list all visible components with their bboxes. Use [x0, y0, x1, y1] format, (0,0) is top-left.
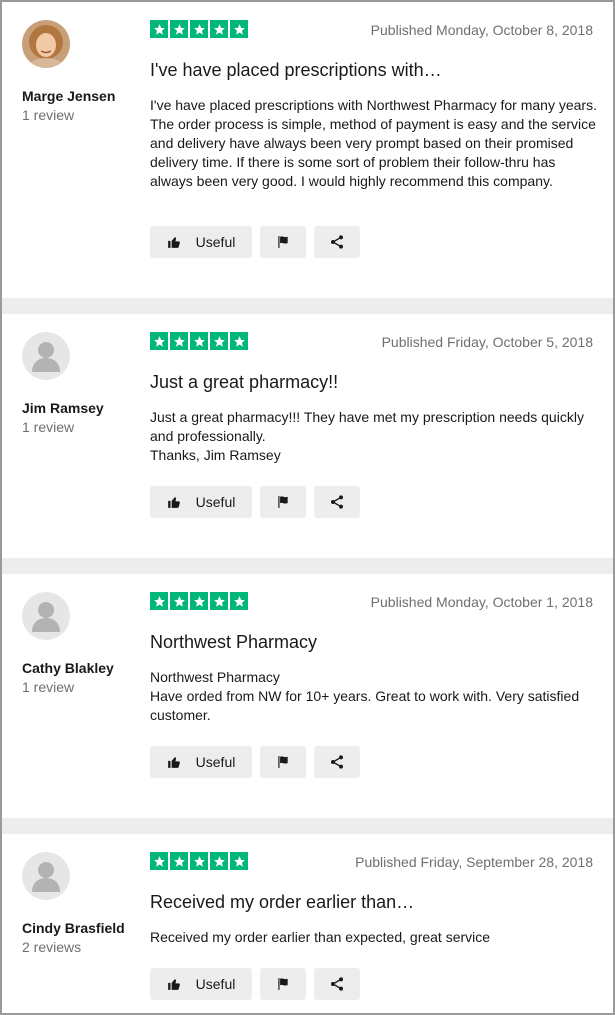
review-body: Received my order earlier than expected,… — [150, 928, 598, 947]
reviewer-name[interactable]: Cathy Blakley — [22, 660, 114, 676]
thumbs-up-icon — [167, 497, 180, 508]
reviewer-photo — [22, 20, 70, 68]
useful-button[interactable]: Useful — [150, 746, 252, 778]
review-body-line: Have orded from NW for 10+ years. Great … — [150, 688, 580, 723]
report-button[interactable] — [260, 746, 306, 778]
star-icon — [150, 20, 168, 38]
reviewer-review-count: 2 reviews — [22, 939, 82, 955]
star-rating — [150, 592, 248, 610]
review-body-line: Thanks, Jim Ramsey — [150, 447, 281, 463]
share-icon — [331, 755, 343, 769]
review-body: I've have placed prescriptions with Nort… — [150, 96, 598, 191]
star-icon — [210, 20, 228, 38]
review-body: Northwest Pharmacy Have orded from NW fo… — [150, 668, 598, 725]
reviewer-name[interactable]: Cindy Brasfield — [22, 920, 125, 936]
star-icon — [170, 592, 188, 610]
useful-button[interactable]: Useful — [150, 226, 252, 258]
useful-label: Useful — [195, 754, 236, 770]
share-icon — [331, 495, 343, 509]
review-actions: Useful — [150, 746, 360, 778]
flag-icon — [278, 978, 288, 990]
share-button[interactable] — [314, 226, 360, 258]
star-rating — [150, 332, 248, 350]
report-button[interactable] — [260, 968, 306, 1000]
star-icon — [230, 852, 248, 870]
star-rating — [150, 852, 248, 870]
star-icon — [190, 852, 208, 870]
share-icon — [331, 977, 343, 991]
share-button[interactable] — [314, 746, 360, 778]
review-actions: Useful — [150, 226, 360, 258]
review-actions: Useful — [150, 486, 360, 518]
star-icon — [190, 20, 208, 38]
flag-icon — [278, 496, 288, 508]
star-icon — [230, 20, 248, 38]
share-button[interactable] — [314, 968, 360, 1000]
star-icon — [170, 852, 188, 870]
review-body-line: Northwest Pharmacy — [150, 669, 280, 685]
review-card: Marge Jensen 1 review Published Monday, … — [2, 2, 613, 298]
report-button[interactable] — [260, 486, 306, 518]
user-placeholder-icon — [32, 862, 60, 892]
thumbs-up-icon — [167, 757, 180, 768]
useful-button[interactable]: Useful — [150, 486, 252, 518]
review-title[interactable]: Northwest Pharmacy — [150, 632, 317, 653]
report-button[interactable] — [260, 226, 306, 258]
star-icon — [210, 852, 228, 870]
review-card: Cindy Brasfield 2 reviews Published Frid… — [2, 834, 613, 1013]
useful-label: Useful — [195, 494, 236, 510]
reviewer-avatar[interactable] — [22, 332, 70, 380]
review-card: Cathy Blakley 1 review Published Monday,… — [2, 574, 613, 818]
review-title[interactable]: I've have placed prescriptions with… — [150, 60, 442, 81]
review-body: Just a great pharmacy!!! They have met m… — [150, 408, 598, 465]
reviewer-name[interactable]: Marge Jensen — [22, 88, 115, 104]
reviewer-avatar[interactable] — [22, 852, 70, 900]
share-icon — [331, 235, 343, 249]
reviewer-review-count: 1 review — [22, 107, 75, 123]
useful-label: Useful — [195, 234, 236, 250]
reviewer-review-count: 1 review — [22, 679, 75, 695]
review-body-line: Just a great pharmacy!!! They have met m… — [150, 409, 584, 444]
reviewer-name[interactable]: Jim Ramsey — [22, 400, 104, 416]
star-icon — [150, 332, 168, 350]
star-icon — [230, 592, 248, 610]
review-card: Jim Ramsey 1 review Published Friday, Oc… — [2, 314, 613, 558]
thumbs-up-icon — [167, 979, 180, 990]
reviewer-avatar[interactable] — [22, 592, 70, 640]
review-date: Published Friday, October 5, 2018 — [381, 334, 593, 350]
review-date: Published Monday, October 1, 2018 — [370, 594, 593, 610]
user-placeholder-icon — [32, 602, 60, 632]
share-button[interactable] — [314, 486, 360, 518]
review-body-line: Received my order earlier than expected,… — [150, 929, 491, 945]
review-title[interactable]: Just a great pharmacy!! — [150, 372, 338, 393]
star-icon — [190, 592, 208, 610]
review-actions: Useful — [150, 968, 360, 1000]
star-icon — [150, 852, 168, 870]
useful-button[interactable]: Useful — [150, 968, 252, 1000]
reviews-list: Marge Jensen 1 review Published Monday, … — [0, 0, 615, 1015]
star-icon — [150, 592, 168, 610]
reviewer-avatar[interactable] — [22, 20, 70, 68]
star-icon — [170, 332, 188, 350]
star-icon — [230, 332, 248, 350]
reviewer-review-count: 1 review — [22, 419, 75, 435]
review-body-line: I've have placed prescriptions with Nort… — [150, 97, 597, 189]
star-rating — [150, 20, 248, 38]
review-title[interactable]: Received my order earlier than… — [150, 892, 414, 913]
flag-icon — [278, 756, 288, 768]
star-icon — [190, 332, 208, 350]
useful-label: Useful — [195, 976, 236, 992]
flag-icon — [278, 236, 288, 248]
star-icon — [210, 332, 228, 350]
user-placeholder-icon — [32, 342, 60, 372]
review-date: Published Monday, October 8, 2018 — [370, 22, 593, 38]
star-icon — [170, 20, 188, 38]
thumbs-up-icon — [167, 237, 180, 248]
star-icon — [210, 592, 228, 610]
review-date: Published Friday, September 28, 2018 — [355, 854, 593, 870]
